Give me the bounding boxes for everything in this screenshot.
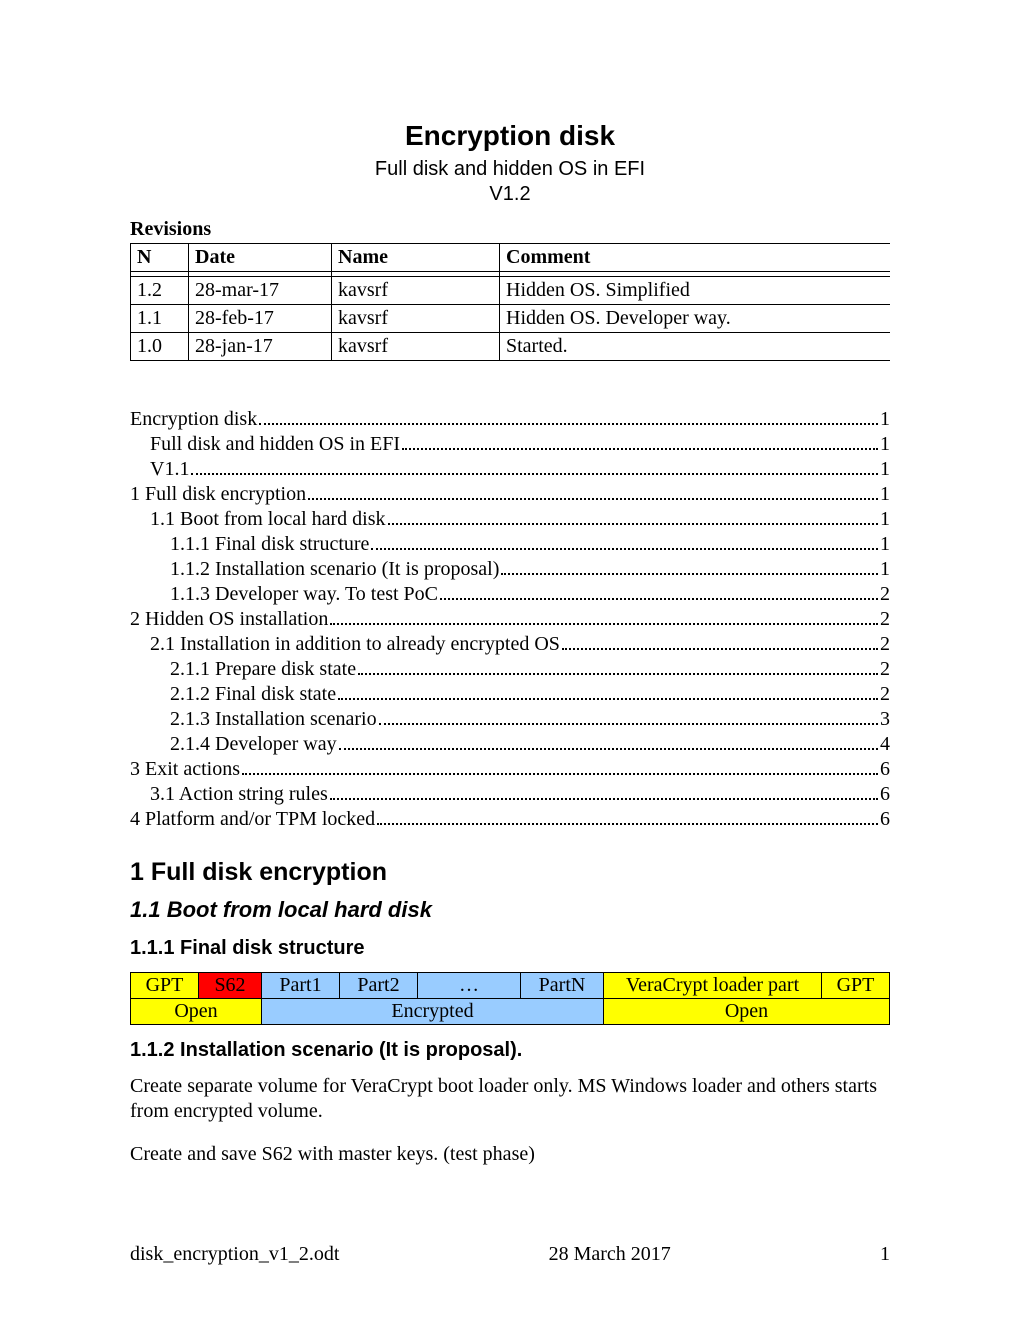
table-row: 1.0 28-jan-17 kavsrf Started.	[131, 333, 891, 361]
toc-entry: 2.1.4 Developer way 4	[130, 732, 890, 757]
toc-entry: 2.1.2 Final disk state 2	[130, 682, 890, 707]
toc-page: 1	[880, 457, 890, 482]
toc-page: 6	[880, 757, 890, 782]
toc-page: 2	[880, 582, 890, 607]
toc-page: 1	[880, 557, 890, 582]
toc-label: 2.1 Installation in addition to already …	[150, 632, 560, 657]
toc-label: 1.1.1 Final disk structure	[170, 532, 369, 557]
toc-label: Encryption disk	[130, 407, 257, 432]
toc-page: 6	[880, 807, 890, 832]
toc-entry: 3.1 Action string rules 6	[130, 782, 890, 807]
toc-entry: Full disk and hidden OS in EFI 1	[130, 432, 890, 457]
toc-label: 2 Hidden OS installation	[130, 607, 328, 632]
toc-label: 3.1 Action string rules	[150, 782, 328, 807]
toc-label: 1.1.3 Developer way. To test PoC	[170, 582, 438, 607]
page-footer: disk_encryption_v1_2.odt 28 March 2017 1	[130, 1243, 890, 1266]
toc-leader-dots	[388, 523, 878, 525]
section-1-1-1-heading: 1.1.1 Final disk structure	[130, 937, 890, 960]
toc-page: 2	[880, 632, 890, 657]
toc-leader-dots	[501, 573, 878, 575]
toc-entry: 2.1.3 Installation scenario 3	[130, 707, 890, 732]
toc-leader-dots	[191, 473, 878, 475]
toc-page: 6	[880, 782, 890, 807]
toc-label: Full disk and hidden OS in EFI	[150, 432, 400, 457]
toc-page: 2	[880, 607, 890, 632]
toc-entry: 1.1 Boot from local hard disk 1	[130, 507, 890, 532]
toc-label: 4 Platform and/or TPM locked	[130, 807, 375, 832]
toc-leader-dots	[562, 648, 878, 650]
toc-leader-dots	[358, 673, 878, 675]
toc-leader-dots	[308, 498, 878, 500]
toc-entry: 1 Full disk encryption 1	[130, 482, 890, 507]
rev-col-n: N	[131, 244, 189, 272]
toc-label: V1.1	[150, 457, 189, 482]
toc-entry: 1.1.1 Final disk structure 1	[130, 532, 890, 557]
doc-subtitle: Full disk and hidden OS in EFI	[130, 158, 890, 181]
toc-page: 1	[880, 507, 890, 532]
rev-col-name: Name	[332, 244, 500, 272]
toc-entry: 1.1.2 Installation scenario (It is propo…	[130, 557, 890, 582]
toc-page: 4	[880, 732, 890, 757]
doc-title: Encryption disk	[130, 120, 890, 152]
section-1-1-2-heading: 1.1.2 Installation scenario (It is propo…	[130, 1039, 890, 1062]
toc-entry: 1.1.3 Developer way. To test PoC 2	[130, 582, 890, 607]
table-row: 1.2 28-mar-17 kavsrf Hidden OS. Simplifi…	[131, 277, 891, 305]
table-of-contents: Encryption disk1Full disk and hidden OS …	[130, 407, 890, 832]
disk-structure-table: GPT S62 Part1 Part2 … PartN VeraCrypt lo…	[130, 972, 890, 1025]
toc-leader-dots	[339, 748, 878, 750]
toc-leader-dots	[259, 423, 878, 425]
toc-entry: 2.1 Installation in addition to already …	[130, 632, 890, 657]
footer-filename: disk_encryption_v1_2.odt	[130, 1243, 339, 1266]
toc-page: 3	[880, 707, 890, 732]
toc-label: 1 Full disk encryption	[130, 482, 306, 507]
toc-entry: V1.1 1	[130, 457, 890, 482]
paragraph: Create and save S62 with master keys. (t…	[130, 1142, 890, 1167]
doc-version: V1.2	[130, 183, 890, 206]
footer-page-number: 1	[880, 1243, 890, 1266]
toc-leader-dots	[330, 623, 878, 625]
toc-page: 1	[880, 407, 890, 432]
toc-leader-dots	[379, 723, 878, 725]
toc-entry: 3 Exit actions 6	[130, 757, 890, 782]
toc-page: 1	[880, 432, 890, 457]
toc-leader-dots	[402, 448, 878, 450]
toc-leader-dots	[377, 823, 878, 825]
toc-label: 1.1.2 Installation scenario (It is propo…	[170, 557, 499, 582]
toc-label: 1.1 Boot from local hard disk	[150, 507, 386, 532]
toc-leader-dots	[338, 698, 878, 700]
toc-entry: 2.1.1 Prepare disk state 2	[130, 657, 890, 682]
section-1-1-heading: 1.1 Boot from local hard disk	[130, 897, 890, 923]
toc-label: 2.1.1 Prepare disk state	[170, 657, 356, 682]
toc-page: 1	[880, 482, 890, 507]
toc-label: 2.1.3 Installation scenario	[170, 707, 377, 732]
toc-leader-dots	[242, 773, 878, 775]
rev-col-comment: Comment	[500, 244, 891, 272]
toc-page: 2	[880, 657, 890, 682]
rev-col-date: Date	[189, 244, 332, 272]
toc-entry: 4 Platform and/or TPM locked 6	[130, 807, 890, 832]
toc-leader-dots	[330, 798, 878, 800]
section-1-heading: 1 Full disk encryption	[130, 858, 890, 887]
toc-label: 2.1.2 Final disk state	[170, 682, 336, 707]
toc-page: 2	[880, 682, 890, 707]
toc-leader-dots	[371, 548, 878, 550]
table-row: 1.1 28-feb-17 kavsrf Hidden OS. Develope…	[131, 305, 891, 333]
toc-page: 1	[880, 532, 890, 557]
toc-entry: 2 Hidden OS installation 2	[130, 607, 890, 632]
footer-date: 28 March 2017	[549, 1243, 671, 1266]
toc-entry: Encryption disk 1	[130, 407, 890, 432]
toc-label: 3 Exit actions	[130, 757, 240, 782]
toc-leader-dots	[440, 598, 878, 600]
revisions-table: N Date Name Comment 1.2 28-mar-17 kavsrf…	[130, 243, 890, 361]
toc-label: 2.1.4 Developer way	[170, 732, 337, 757]
paragraph: Create separate volume for VeraCrypt boo…	[130, 1074, 890, 1124]
revisions-heading: Revisions	[130, 218, 890, 241]
